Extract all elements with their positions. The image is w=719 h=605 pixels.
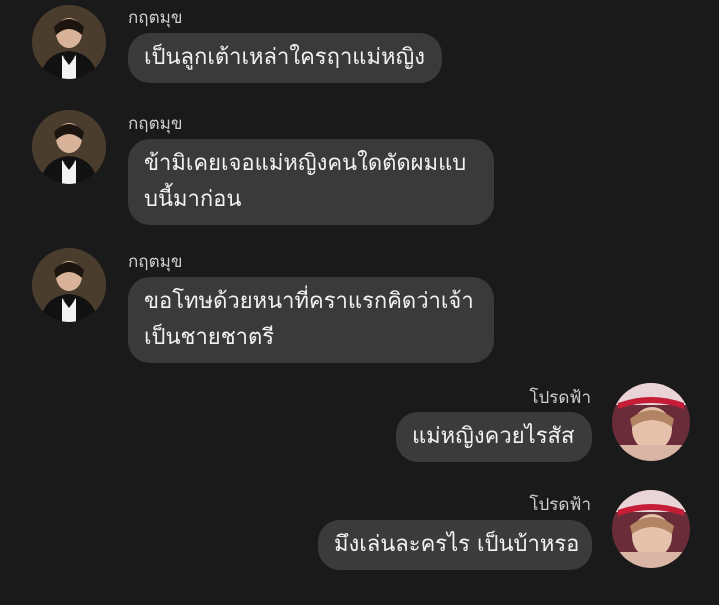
message-bubble[interactable]: เป็นลูกเต้าเหล่าใครฤาแม่หญิง [128,33,442,83]
avatar-photo [612,383,690,461]
message-text-line: ข้ามิเคยเจอแม่หญิงคนใดตัดผมแบ [144,151,467,176]
sender-name: โปรดฟ้า [529,388,591,408]
avatar-left[interactable] [32,248,106,322]
avatar-left[interactable] [32,110,106,184]
avatar-right[interactable] [612,383,690,461]
message-bubble[interactable]: มึงเล่นละครไร เป็นบ้าหรอ [318,520,592,570]
message-text: มึงเล่นละครไร เป็นบ้าหรอ [334,532,580,557]
chat-thread: กฤตมุข เป็นลูกเต้าเหล่าใครฤาแม่หญิง กฤตม… [0,0,719,605]
message-text: แม่หญิงควยไรสัส [412,424,575,449]
avatar-photo [32,110,106,184]
avatar-photo [612,490,690,568]
avatar-photo [32,5,106,79]
message-text-line: บนี้มาก่อน [144,187,242,212]
sender-name: โปรดฟ้า [529,495,591,515]
sender-name: กฤตมุข [128,252,183,272]
avatar-photo [32,248,106,322]
message-text: เป็นลูกเต้าเหล่าใครฤาแม่หญิง [144,45,425,70]
message-bubble[interactable]: ข้ามิเคยเจอแม่หญิงคนใดตัดผมแบ บนี้มาก่อน [128,139,494,225]
message-text-line: ขอโทษด้วยหนาที่คราแรกคิดว่าเจ้า [144,289,474,314]
sender-name: กฤตมุข [128,114,183,134]
message-bubble[interactable]: ขอโทษด้วยหนาที่คราแรกคิดว่าเจ้า เป็นชายช… [128,277,494,363]
message-bubble[interactable]: แม่หญิงควยไรสัส [396,412,592,462]
sender-name: กฤตมุข [128,8,183,28]
avatar-left[interactable] [32,5,106,79]
message-text-line: เป็นชายชาตรี [144,325,275,350]
avatar-right[interactable] [612,490,690,568]
